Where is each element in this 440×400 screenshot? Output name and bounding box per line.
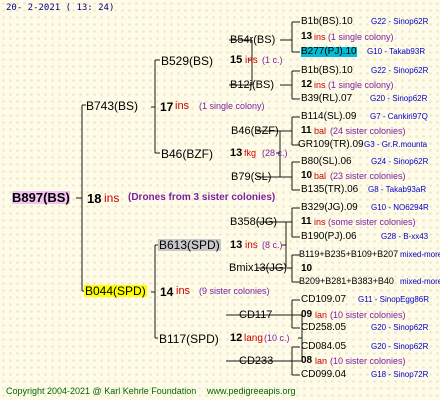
g4-top-5: B329(JG).09 [301,202,358,213]
g3-queen-3: B46(BZF) [231,125,279,137]
g4-gen-3: 11 [301,125,312,136]
g2-note-3: (8 c.) [262,240,283,250]
g4-bottom-4: B135(TR).06 [301,184,359,195]
footer-url[interactable]: www.pedigreeapis.org [207,387,296,396]
g4-ins-7: lan [315,310,328,320]
g4-top-info-1: G22 - Sinop62R [371,17,429,26]
g4-note-1: (1 single colony) [328,32,394,42]
g3-queen-4: B79(SL) [231,171,272,183]
g4-bottom-info-5: G28 - B-xx43 [381,232,429,241]
g2-ins-2: fkg [244,148,257,158]
g1-note-1: (1 single colony) [199,101,265,111]
g1-queen-1: B743(BS) [86,99,139,113]
g1-gen-2: 14 [160,285,174,299]
g4-bottom-info-3: G3 - Gr.R.mounta [364,140,428,149]
g4-top-4: B80(SL).06 [301,156,352,167]
g4-note-3: (24 sister colonies) [330,126,406,136]
g4-top-1: B1b(BS).10 [301,16,353,27]
g4-bottom-info-2: G20 - Sinop62R [370,94,428,103]
g4-bottom-2: B39(RL).07 [301,93,353,104]
g4-bottom-info-6: mixed-more [400,277,440,286]
g2-queen-2: B46(BZF) [161,147,214,161]
g2-queen-1: B529(BS) [161,54,214,68]
g4-bottom-info-4: G8 - Takab93aR [368,185,427,194]
g2-ins-3: ins [245,240,258,251]
g3-queen-6: Bmix13(JG) [229,262,288,274]
root-generation: 18 [87,191,102,206]
root-queen: B897(BS) [12,190,70,205]
root-note: (Drones from 3 sister colonies) [128,192,276,203]
g1-gen-1: 17 [160,100,174,114]
g4-gen-2: 12 [301,79,313,90]
g2-gen-1: 15 [230,54,243,66]
g4-note-4: (23 sister colonies) [330,171,406,181]
g4-top-info-2: G22 - Sinop62R [371,66,429,75]
g2-note-2: (28 c.) [262,148,288,158]
g4-top-info-3: G7 - Cankiri97Q [370,112,428,121]
g1-note-2: (9 sister colonies) [199,286,270,296]
report-date: 20- 2-2021 ( 13: 24) [6,3,115,13]
g4-top-info-6: mixed-more [400,250,440,259]
g4-top-2: B1b(BS).10 [301,65,353,76]
g4-gen-5: 11 [301,216,312,227]
footer-copyright: Copyright 2004-2021 @ Karl Kehrle Founda… [6,386,197,396]
g4-note-8: (10 sister colonies) [330,356,406,366]
g2-note-4: (10 c.) [264,333,290,343]
g4-top-info-8: G20 - Sinop62R [371,342,429,351]
g4-gen-1: 13 [301,31,313,42]
g4-gen-6: 10 [301,263,313,274]
g4-gen-7: 09 [301,309,313,320]
g4-bottom-info-7: G20 - Sinop62R [371,323,429,332]
g1-queen-2: B044(SPD) [84,284,147,298]
g4-ins-3: bal [314,126,327,136]
g2-ins-4: lang [244,333,263,344]
g4-bottom-1: B277(PJ).10 [301,46,357,57]
root-ins: ins [104,191,120,205]
g2-ins-1: ins [245,55,258,66]
g4-bottom-8: CD099.04 [301,369,347,380]
g4-gen-4: 10 [301,170,313,181]
g4-top-8: CD084.05 [301,341,347,352]
g4-bottom-5: B190(PJ).06 [301,231,357,242]
g1-ins-2: ins [176,285,191,297]
g3-queen-1: B54r(BS) [230,34,276,46]
g3-queen-5: B358(JG) [230,216,278,228]
g4-top-info-4: G24 - Sinop62R [371,157,429,166]
g2-gen-3: 13 [230,239,243,251]
g4-ins-1: ins [314,32,326,42]
g4-note-2: (1 single colony) [328,80,394,90]
g4-gen-8: 08 [301,355,313,366]
g3-queen-2: B12j(BS) [230,79,275,91]
g2-queen-4: B117(SPD) [159,332,219,346]
g1-ins-1: ins [175,100,190,112]
g2-gen-2: 13 [230,147,243,159]
g4-ins-5: ins [314,217,326,227]
g4-bottom-7: CD258.05 [301,322,347,333]
pedigree-chart: 20- 2-2021 ( 13: 24) B897(BS) 18 ins (Dr… [0,0,440,400]
g2-note-1: (1 c.) [262,55,283,65]
g4-bottom-info-8: G18 - Sinop72R [371,370,429,379]
g3-queen-8: CD233 [239,355,274,367]
g4-top-info-7: G11 - SinopEgg86R [358,295,430,304]
g4-note-7: (10 sister colonies) [330,310,406,320]
g4-ins-2: ins [314,80,326,90]
g4-top-6: B119+B235+B109+B207 [299,249,399,259]
g4-ins-4: bal [314,171,327,181]
g4-top-3: B114(SL).09 [301,111,357,122]
g4-note-5: (some sister colonies) [328,217,416,227]
g4-bottom-3: GR109(TR).09 [298,139,364,150]
g4-bottom-info-1: G10 - Takab93R [367,47,426,56]
g4-ins-8: lan [315,356,328,366]
g4-top-7: CD109.07 [301,294,347,305]
g4-bottom-6: B209+B281+B383+B40 [299,276,394,286]
g2-queen-3: B613(SPD) [158,238,221,252]
g3-queen-7: CD117 [239,309,273,321]
g4-top-info-5: G10 - NO6294R [371,203,429,212]
g2-gen-4: 12 [230,332,243,344]
